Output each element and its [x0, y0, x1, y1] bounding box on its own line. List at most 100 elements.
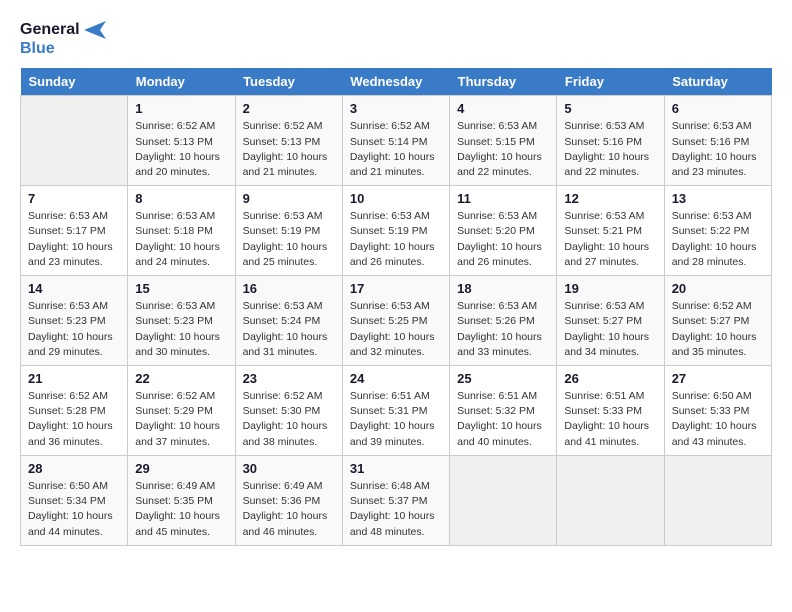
calendar-cell: 9 Sunrise: 6:53 AMSunset: 5:19 PMDaylight…: [235, 186, 342, 276]
day-info: Sunrise: 6:52 AMSunset: 5:14 PMDaylight:…: [350, 119, 442, 180]
calendar-table: SundayMondayTuesdayWednesdayThursdayFrid…: [20, 68, 772, 545]
day-info: Sunrise: 6:49 AMSunset: 5:35 PMDaylight:…: [135, 479, 227, 540]
day-number: 6: [672, 101, 764, 116]
calendar-cell: 23 Sunrise: 6:52 AMSunset: 5:30 PMDayligh…: [235, 366, 342, 456]
day-number: 19: [564, 281, 656, 296]
calendar-cell: 19 Sunrise: 6:53 AMSunset: 5:27 PMDayligh…: [557, 276, 664, 366]
calendar-cell: 22 Sunrise: 6:52 AMSunset: 5:29 PMDayligh…: [128, 366, 235, 456]
calendar-week-row: 28Sunrise: 6:50 AMSunset: 5:34 PMDayligh…: [21, 455, 772, 545]
calendar-cell: 24 Sunrise: 6:51 AMSunset: 5:31 PMDayligh…: [342, 366, 449, 456]
calendar-cell: 25 Sunrise: 6:51 AMSunset: 5:32 PMDayligh…: [450, 366, 557, 456]
day-info: Sunrise: 6:53 AMSunset: 5:23 PMDaylight:…: [28, 299, 120, 360]
day-number: 26: [564, 371, 656, 386]
day-info: Sunrise: 6:53 AMSunset: 5:17 PMDaylight:…: [28, 209, 120, 270]
day-number: 25: [457, 371, 549, 386]
day-info: Sunrise: 6:53 AMSunset: 5:20 PMDaylight:…: [457, 209, 549, 270]
calendar-cell: 26 Sunrise: 6:51 AMSunset: 5:33 PMDayligh…: [557, 366, 664, 456]
day-number: 10: [350, 191, 442, 206]
weekday-header-saturday: Saturday: [664, 68, 771, 96]
day-number: 15: [135, 281, 227, 296]
calendar-cell: 21 Sunrise: 6:52 AMSunset: 5:28 PMDayligh…: [21, 366, 128, 456]
calendar-cell: 4Sunrise: 6:53 AMSunset: 5:15 PMDaylight…: [450, 96, 557, 186]
day-info: Sunrise: 6:53 AMSunset: 5:22 PMDaylight:…: [672, 209, 764, 270]
day-info: Sunrise: 6:53 AMSunset: 5:26 PMDaylight:…: [457, 299, 549, 360]
day-info: Sunrise: 6:53 AMSunset: 5:21 PMDaylight:…: [564, 209, 656, 270]
day-number: 20: [672, 281, 764, 296]
calendar-cell: 7 Sunrise: 6:53 AMSunset: 5:17 PMDaylight…: [21, 186, 128, 276]
day-info: Sunrise: 6:52 AMSunset: 5:27 PMDaylight:…: [672, 299, 764, 360]
calendar-cell: 11 Sunrise: 6:53 AMSunset: 5:20 PMDayligh…: [450, 186, 557, 276]
day-info: Sunrise: 6:53 AMSunset: 5:19 PMDaylight:…: [350, 209, 442, 270]
calendar-cell: 28Sunrise: 6:50 AMSunset: 5:34 PMDayligh…: [21, 455, 128, 545]
day-info: Sunrise: 6:52 AMSunset: 5:30 PMDaylight:…: [243, 389, 335, 450]
day-number: 5: [564, 101, 656, 116]
calendar-week-row: 7 Sunrise: 6:53 AMSunset: 5:17 PMDaylight…: [21, 186, 772, 276]
weekday-header-friday: Friday: [557, 68, 664, 96]
weekday-header-row: SundayMondayTuesdayWednesdayThursdayFrid…: [21, 68, 772, 96]
day-info: Sunrise: 6:52 AMSunset: 5:28 PMDaylight:…: [28, 389, 120, 450]
day-number: 8: [135, 191, 227, 206]
calendar-cell: 14 Sunrise: 6:53 AMSunset: 5:23 PMDayligh…: [21, 276, 128, 366]
calendar-cell: 20 Sunrise: 6:52 AMSunset: 5:27 PMDayligh…: [664, 276, 771, 366]
calendar-cell: 1 Sunrise: 6:52 AMSunset: 5:13 PMDaylight…: [128, 96, 235, 186]
day-number: 24: [350, 371, 442, 386]
day-number: 31: [350, 461, 442, 476]
day-info: Sunrise: 6:50 AMSunset: 5:33 PMDaylight:…: [672, 389, 764, 450]
day-info: Sunrise: 6:53 AMSunset: 5:16 PMDaylight:…: [564, 119, 656, 180]
calendar-cell: [450, 455, 557, 545]
weekday-header-wednesday: Wednesday: [342, 68, 449, 96]
calendar-week-row: 21 Sunrise: 6:52 AMSunset: 5:28 PMDayligh…: [21, 366, 772, 456]
day-info: Sunrise: 6:53 AMSunset: 5:25 PMDaylight:…: [350, 299, 442, 360]
calendar-cell: 27Sunrise: 6:50 AMSunset: 5:33 PMDayligh…: [664, 366, 771, 456]
day-number: 30: [243, 461, 335, 476]
day-number: 29: [135, 461, 227, 476]
calendar-cell: 2 Sunrise: 6:52 AMSunset: 5:13 PMDaylight…: [235, 96, 342, 186]
day-info: Sunrise: 6:52 AMSunset: 5:13 PMDaylight:…: [135, 119, 227, 180]
day-info: Sunrise: 6:52 AMSunset: 5:13 PMDaylight:…: [243, 119, 335, 180]
logo-text: General Blue: [20, 20, 106, 58]
day-number: 1: [135, 101, 227, 116]
day-number: 21: [28, 371, 120, 386]
day-info: Sunrise: 6:48 AMSunset: 5:37 PMDaylight:…: [350, 479, 442, 540]
day-info: Sunrise: 6:52 AMSunset: 5:29 PMDaylight:…: [135, 389, 227, 450]
calendar-cell: 16Sunrise: 6:53 AMSunset: 5:24 PMDayligh…: [235, 276, 342, 366]
day-info: Sunrise: 6:51 AMSunset: 5:33 PMDaylight:…: [564, 389, 656, 450]
calendar-cell: 8 Sunrise: 6:53 AMSunset: 5:18 PMDaylight…: [128, 186, 235, 276]
calendar-cell: 6 Sunrise: 6:53 AMSunset: 5:16 PMDaylight…: [664, 96, 771, 186]
day-number: 23: [243, 371, 335, 386]
calendar-cell: 3 Sunrise: 6:52 AMSunset: 5:14 PMDaylight…: [342, 96, 449, 186]
weekday-header-monday: Monday: [128, 68, 235, 96]
day-info: Sunrise: 6:53 AMSunset: 5:27 PMDaylight:…: [564, 299, 656, 360]
calendar-cell: 30 Sunrise: 6:49 AMSunset: 5:36 PMDayligh…: [235, 455, 342, 545]
day-number: 7: [28, 191, 120, 206]
day-number: 22: [135, 371, 227, 386]
page-header: General Blue: [20, 20, 772, 58]
day-info: Sunrise: 6:53 AMSunset: 5:23 PMDaylight:…: [135, 299, 227, 360]
day-number: 17: [350, 281, 442, 296]
day-info: Sunrise: 6:49 AMSunset: 5:36 PMDaylight:…: [243, 479, 335, 540]
day-info: Sunrise: 6:51 AMSunset: 5:31 PMDaylight:…: [350, 389, 442, 450]
day-number: 14: [28, 281, 120, 296]
calendar-cell: 10 Sunrise: 6:53 AMSunset: 5:19 PMDayligh…: [342, 186, 449, 276]
calendar-cell: 5 Sunrise: 6:53 AMSunset: 5:16 PMDaylight…: [557, 96, 664, 186]
day-info: Sunrise: 6:53 AMSunset: 5:18 PMDaylight:…: [135, 209, 227, 270]
day-number: 16: [243, 281, 335, 296]
calendar-cell: [664, 455, 771, 545]
day-info: Sunrise: 6:51 AMSunset: 5:32 PMDaylight:…: [457, 389, 549, 450]
day-number: 4: [457, 101, 549, 116]
weekday-header-thursday: Thursday: [450, 68, 557, 96]
calendar-cell: 18Sunrise: 6:53 AMSunset: 5:26 PMDayligh…: [450, 276, 557, 366]
day-number: 2: [243, 101, 335, 116]
day-info: Sunrise: 6:53 AMSunset: 5:19 PMDaylight:…: [243, 209, 335, 270]
day-number: 28: [28, 461, 120, 476]
day-number: 11: [457, 191, 549, 206]
calendar-cell: 31 Sunrise: 6:48 AMSunset: 5:37 PMDayligh…: [342, 455, 449, 545]
day-info: Sunrise: 6:53 AMSunset: 5:16 PMDaylight:…: [672, 119, 764, 180]
calendar-cell: [21, 96, 128, 186]
calendar-cell: 15 Sunrise: 6:53 AMSunset: 5:23 PMDayligh…: [128, 276, 235, 366]
calendar-cell: 13 Sunrise: 6:53 AMSunset: 5:22 PMDayligh…: [664, 186, 771, 276]
day-number: 13: [672, 191, 764, 206]
day-number: 9: [243, 191, 335, 206]
calendar-cell: 17 Sunrise: 6:53 AMSunset: 5:25 PMDayligh…: [342, 276, 449, 366]
day-number: 3: [350, 101, 442, 116]
